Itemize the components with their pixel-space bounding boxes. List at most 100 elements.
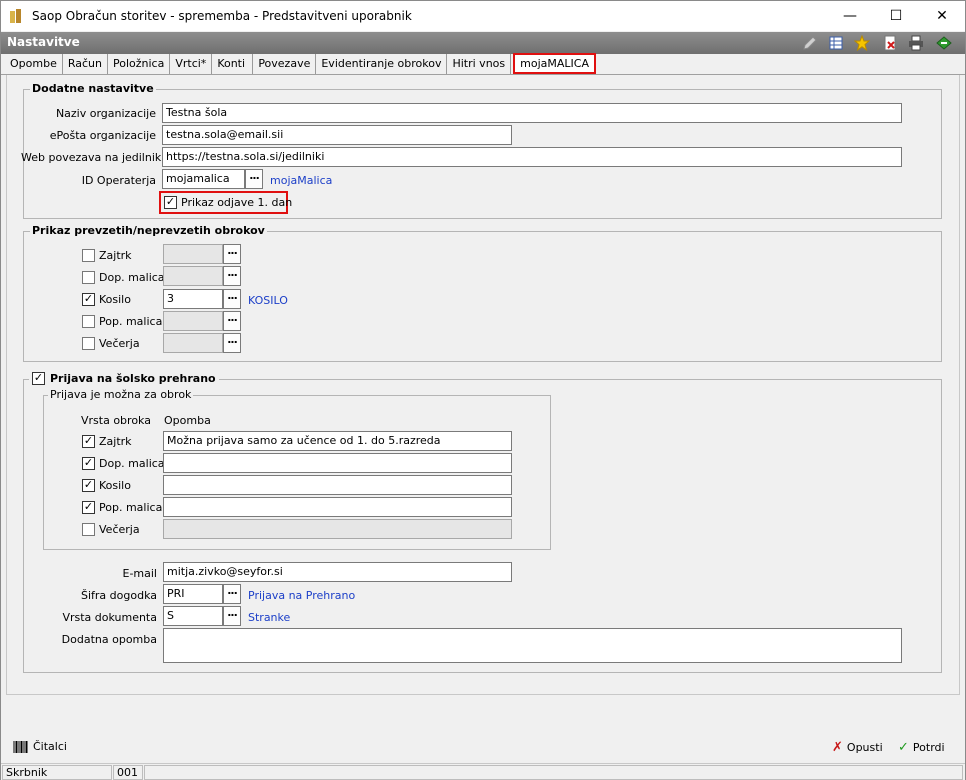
vrsta-dokumenta-input[interactable]: S (163, 606, 223, 626)
prijava-dop-malica-label: Dop. malica (99, 457, 165, 470)
close-button[interactable]: ✕ (919, 1, 965, 31)
web-input[interactable]: https://testna.sola.si/jedilniki (162, 147, 902, 167)
id-operaterja-link[interactable]: mojaMalica (270, 174, 332, 187)
prikaz-zajtrk-lookup-button[interactable]: ... (223, 244, 241, 264)
prikaz-dop-malica-lookup-button[interactable]: ... (223, 266, 241, 286)
prijava-kosilo-checkbox[interactable]: ✓ (82, 479, 95, 492)
eposta-input[interactable]: testna.sola@email.sii (162, 125, 512, 145)
minimize-button[interactable]: — (827, 1, 873, 31)
print-icon[interactable] (907, 34, 925, 52)
edit-icon[interactable] (801, 34, 819, 52)
section-title: Nastavitve (7, 35, 80, 49)
prijava-kosilo-opomba[interactable] (163, 475, 512, 495)
citalci-button[interactable]: Čitalci (13, 740, 67, 753)
prikaz-odjave-checkbox[interactable]: ✓ (164, 196, 177, 209)
prijava-checkbox[interactable]: ✓ (32, 372, 45, 385)
delete-icon[interactable] (881, 34, 899, 52)
cancel-icon: ✗ (832, 740, 843, 755)
dodatna-opomba-label: Dodatna opomba (61, 633, 157, 646)
naziv-label: Naziv organizacije (55, 107, 156, 120)
vrsta-dokumenta-lookup-button[interactable]: ... (223, 606, 241, 626)
prijava-zajtrk-checkbox[interactable]: ✓ (82, 435, 95, 448)
prikaz-zajtrk-input[interactable] (163, 244, 223, 264)
prikaz-prevzetih-group: Prikaz prevzetih/neprevzetih obrokov (23, 224, 942, 362)
barcode-icon (13, 740, 28, 753)
dodatna-opomba-textarea[interactable] (163, 628, 902, 663)
tab-mojamalica[interactable]: mojaMALICA (513, 53, 596, 74)
tab-poloznica[interactable]: Položnica (108, 54, 171, 74)
sifra-dogodka-label: Šifra dogodka (81, 589, 157, 602)
tab-racun[interactable]: Račun (63, 54, 108, 74)
opusti-button[interactable]: ✗ Opusti (832, 740, 883, 755)
tab-evidentiranje-obrokov[interactable]: Evidentiranje obrokov (316, 54, 448, 74)
id-operaterja-label: ID Operaterja (81, 174, 156, 187)
tab-hitri-vnos[interactable]: Hitri vnos (447, 54, 512, 74)
prijava-vecerja-checkbox[interactable] (82, 523, 95, 536)
potrdi-label: Potrdi (912, 741, 945, 754)
prijava-vecerja-label: Večerja (99, 523, 140, 536)
vrsta-dokumenta-link[interactable]: Stranke (248, 611, 290, 624)
opomba-header: Opomba (164, 414, 211, 427)
prikaz-pop-malica-label: Pop. malica (99, 315, 163, 328)
prikaz-odjave-label: Prikaz odjave 1. dan (181, 196, 293, 209)
prijava-zajtrk-opomba[interactable]: Možna prijava samo za učence od 1. do 5.… (163, 431, 512, 451)
prikaz-kosilo-input[interactable]: 3 (163, 289, 223, 309)
maximize-button[interactable]: ☐ (873, 1, 919, 31)
tab-opombe[interactable]: Opombe (5, 54, 63, 74)
id-operaterja-input[interactable]: mojamalica (162, 169, 245, 189)
vrsta-obroka-header: Vrsta obroka (81, 414, 151, 427)
prijava-group-header: ✓ Prijava na šolsko prehrano (29, 372, 219, 385)
prijava-vecerja-opomba[interactable] (163, 519, 512, 539)
status-user: Skrbnik (2, 765, 112, 780)
prikaz-pop-malica-lookup-button[interactable]: ... (223, 311, 241, 331)
sifra-dogodka-link[interactable]: Prijava na Prehrano (248, 589, 355, 602)
prikaz-dop-malica-input[interactable] (163, 266, 223, 286)
prijava-pop-malica-checkbox[interactable]: ✓ (82, 501, 95, 514)
status-code: 001 (113, 765, 143, 780)
prikaz-pop-malica-checkbox[interactable] (82, 315, 95, 328)
prijava-zajtrk-label: Zajtrk (99, 435, 132, 448)
group-title: Dodatne nastavitve (30, 82, 156, 95)
star-icon[interactable] (853, 34, 871, 52)
prijava-dop-malica-opomba[interactable] (163, 453, 512, 473)
prikaz-kosilo-lookup-button[interactable]: ... (223, 289, 241, 309)
tab-vrtci[interactable]: Vrtci* (170, 54, 213, 74)
potrdi-button[interactable]: ✓ Potrdi (898, 740, 945, 755)
prijava-dop-malica-checkbox[interactable]: ✓ (82, 457, 95, 470)
prikaz-kosilo-checkbox[interactable]: ✓ (82, 293, 95, 306)
table-icon[interactable] (827, 34, 845, 52)
prikaz-dop-malica-label: Dop. malica (99, 271, 165, 284)
prikaz-kosilo-label: Kosilo (99, 293, 131, 306)
tab-povezave[interactable]: Povezave (253, 54, 317, 74)
prikaz-kosilo-link[interactable]: KOSILO (248, 294, 288, 307)
app-icon (10, 9, 21, 23)
id-operaterja-lookup-button[interactable]: ... (245, 169, 263, 189)
prikaz-vecerja-lookup-button[interactable]: ... (223, 333, 241, 353)
prikaz-zajtrk-checkbox[interactable] (82, 249, 95, 262)
vrsta-dokumenta-label: Vrsta dokumenta (62, 611, 157, 624)
eposta-label: ePošta organizacije (49, 129, 156, 142)
web-label: Web povezava na jedilnik (21, 151, 162, 164)
prikaz-dop-malica-checkbox[interactable] (82, 271, 95, 284)
sifra-dogodka-lookup-button[interactable]: ... (223, 584, 241, 604)
prijava-title: Prijava na šolsko prehrano (50, 372, 216, 385)
window-title: Saop Obračun storitev - sprememba - Pred… (32, 9, 412, 23)
citalci-label: Čitalci (33, 740, 67, 753)
sifra-dogodka-input[interactable]: PRI (163, 584, 223, 604)
prikaz-vecerja-input[interactable] (163, 333, 223, 353)
email-input[interactable]: mitja.zivko@seyfor.si (163, 562, 512, 582)
tab-konti[interactable]: Konti (212, 54, 254, 74)
status-message (144, 765, 963, 780)
naziv-input[interactable]: Testna šola (162, 103, 902, 123)
subgroup-title: Prijava je možna za obrok (48, 388, 194, 401)
confirm-check-icon: ✓ (898, 740, 909, 755)
prikaz-vecerja-checkbox[interactable] (82, 337, 95, 350)
export-icon[interactable] (935, 34, 953, 52)
title-bar: Saop Obračun storitev - sprememba - Pred… (1, 1, 965, 31)
prikaz-pop-malica-input[interactable] (163, 311, 223, 331)
prijava-pop-malica-label: Pop. malica (99, 501, 163, 514)
group-title: Prikaz prevzetih/neprevzetih obrokov (30, 224, 267, 237)
email-label: E-mail (122, 567, 158, 580)
opusti-label: Opusti (846, 741, 883, 754)
prijava-pop-malica-opomba[interactable] (163, 497, 512, 517)
